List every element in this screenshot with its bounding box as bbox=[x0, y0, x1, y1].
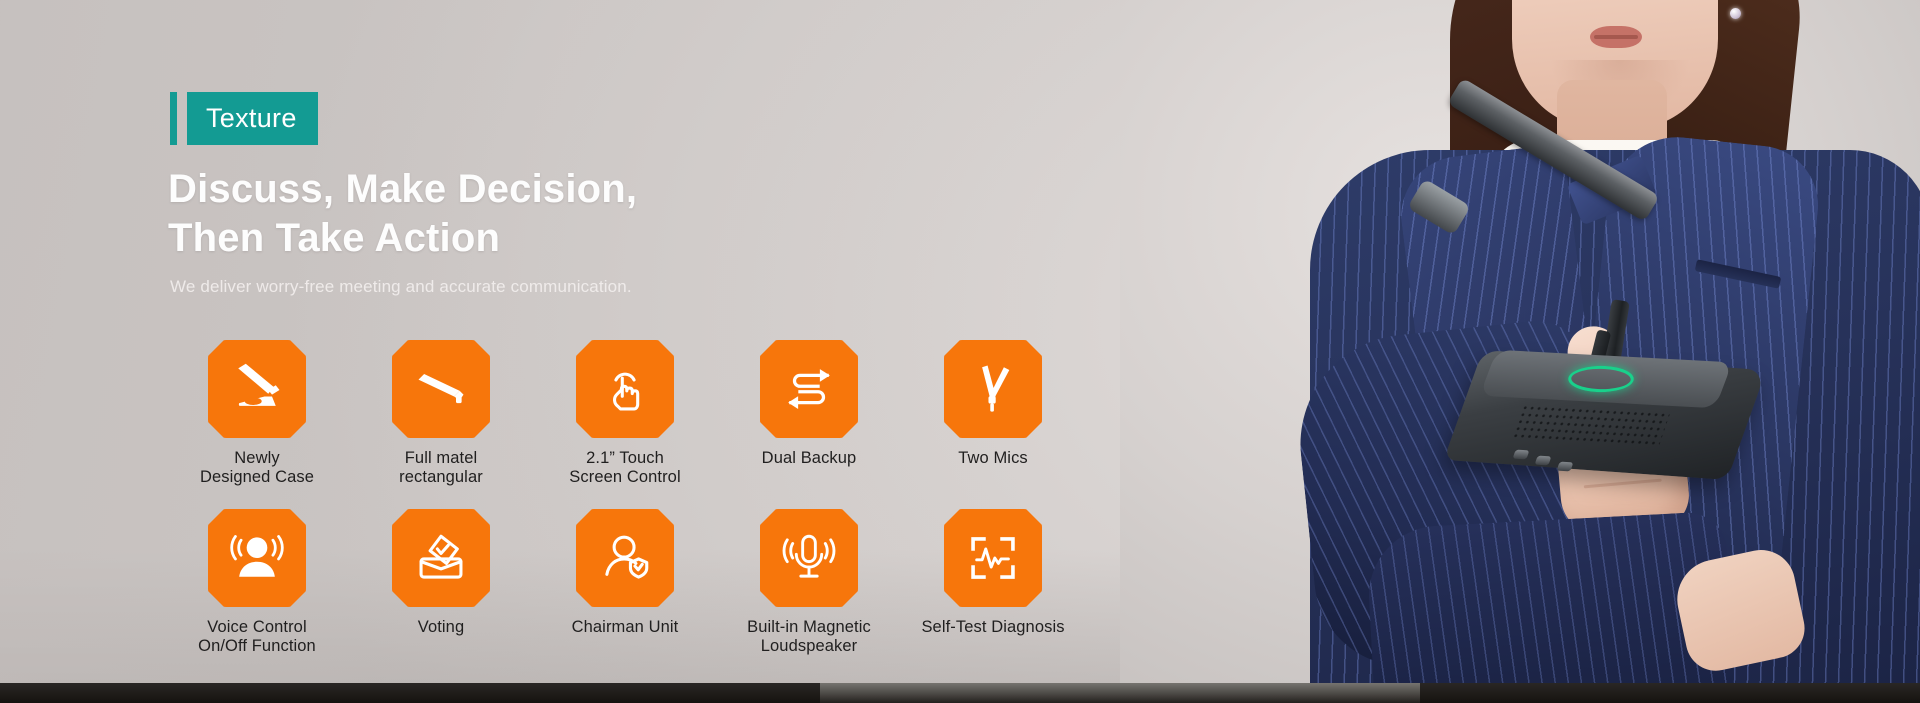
page-title: Discuss, Make Decision, Then Take Action bbox=[168, 165, 637, 263]
feature-item-full-metal-rectangular[interactable]: Full matel rectangular bbox=[349, 340, 533, 487]
feature-item-touch-screen-control[interactable]: 2.1” Touch Screen Control bbox=[533, 340, 717, 487]
feature-item-chairman-unit[interactable]: Chairman Unit bbox=[533, 509, 717, 637]
ballot-box-icon bbox=[392, 509, 490, 607]
conference-microphone-unit bbox=[1407, 77, 1840, 520]
feature-label: Built-in Magnetic Loudspeaker bbox=[747, 618, 871, 655]
feature-label: Voting bbox=[417, 618, 465, 636]
feature-item-builtin-loudspeaker[interactable]: Built-in Magnetic Loudspeaker bbox=[717, 509, 901, 656]
hero-content: Texture Discuss, Make Decision, Then Tak… bbox=[165, 0, 1115, 703]
bottom-strip-highlight bbox=[820, 683, 1420, 703]
device-button-3 bbox=[1556, 461, 1574, 472]
hero-banner: Texture Discuss, Make Decision, Then Tak… bbox=[0, 0, 1920, 703]
feature-label: Newly Designed Case bbox=[199, 449, 315, 486]
feature-label: 2.1” Touch Screen Control bbox=[569, 449, 681, 486]
scan-waveform-icon bbox=[944, 509, 1042, 607]
hero-photo bbox=[1120, 0, 1920, 703]
badge-label: Texture bbox=[187, 92, 318, 145]
badge-accent-bar bbox=[170, 92, 177, 145]
feature-row-2: Voice Control On/Off Function Voting Cha… bbox=[165, 509, 1085, 656]
lips bbox=[1590, 26, 1642, 48]
two-mics-icon bbox=[944, 340, 1042, 438]
feature-item-voice-control[interactable]: Voice Control On/Off Function bbox=[165, 509, 349, 656]
feature-label: Full matel rectangular bbox=[399, 449, 483, 486]
microphone-waves-icon bbox=[760, 509, 858, 607]
dual-backup-arrows-icon bbox=[760, 340, 858, 438]
feature-label: Voice Control On/Off Function bbox=[198, 618, 316, 655]
person-verified-icon bbox=[576, 509, 674, 607]
headline-line-1: Discuss, Make Decision, bbox=[168, 167, 638, 211]
feature-label: Chairman Unit bbox=[571, 618, 679, 636]
feature-label: Self-Test Diagnosis bbox=[921, 618, 1065, 636]
page-subtitle: We deliver worry-free meeting and accura… bbox=[170, 277, 632, 296]
feature-grid: Newly Designed Case Full matel rectangul… bbox=[165, 340, 1085, 656]
conference-microphone-icon bbox=[208, 340, 306, 438]
voice-control-person-icon bbox=[208, 509, 306, 607]
headline-line-2: Then Take Action bbox=[168, 216, 501, 260]
feature-row-1: Newly Designed Case Full matel rectangul… bbox=[165, 340, 1085, 487]
touch-hand-icon bbox=[576, 340, 674, 438]
feature-item-voting[interactable]: Voting bbox=[349, 509, 533, 637]
feature-item-dual-backup[interactable]: Dual Backup bbox=[717, 340, 901, 468]
texture-badge: Texture bbox=[170, 92, 318, 145]
feature-label: Two Mics bbox=[958, 449, 1028, 467]
earring bbox=[1730, 8, 1741, 19]
feature-label: Dual Backup bbox=[761, 449, 857, 467]
feature-item-newly-designed-case[interactable]: Newly Designed Case bbox=[165, 340, 349, 487]
feature-item-two-mics[interactable]: Two Mics bbox=[901, 340, 1085, 468]
metal-bar-icon bbox=[392, 340, 490, 438]
feature-item-self-test-diagnosis[interactable]: Self-Test Diagnosis bbox=[901, 509, 1085, 637]
